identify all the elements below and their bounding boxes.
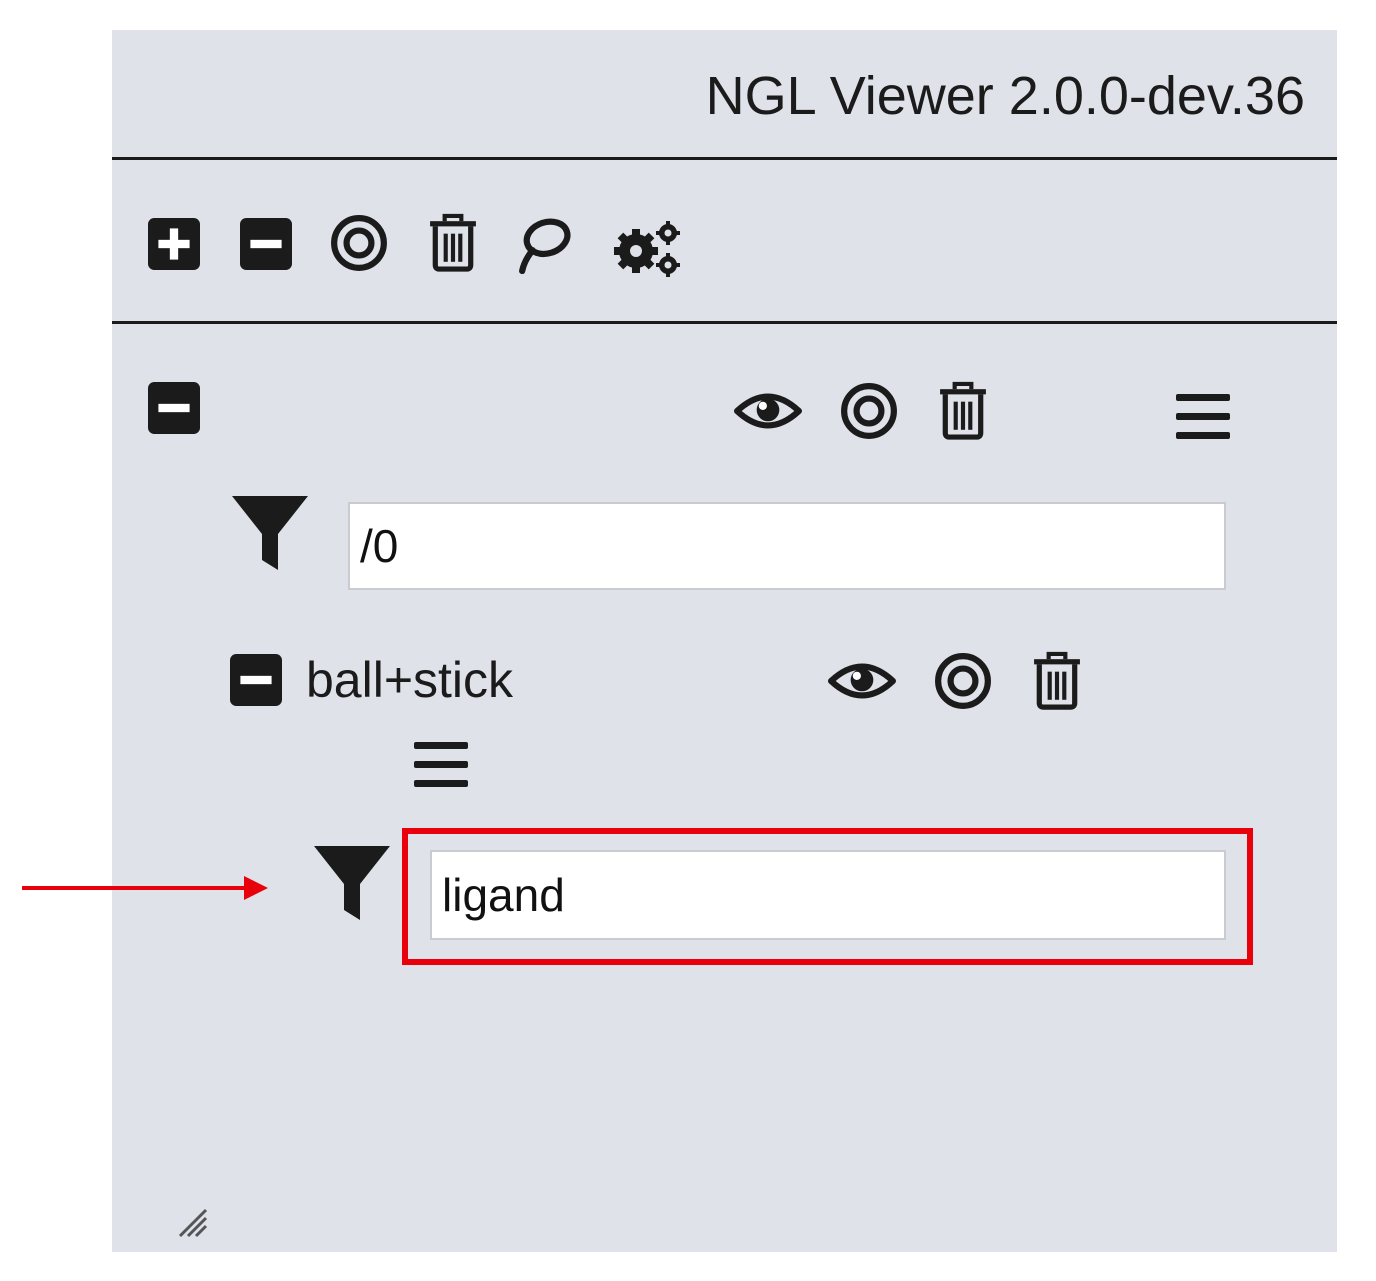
representation-center-bullseye-icon[interactable]	[934, 652, 992, 710]
main-toolbar	[112, 160, 1337, 324]
representation-label: ball+stick	[306, 652, 514, 708]
representation-delete-trash-icon[interactable]	[1032, 650, 1082, 710]
component-selection-input[interactable]	[348, 502, 1226, 590]
annotation-arrow-head-icon	[244, 876, 268, 900]
representation-menu-bars-icon[interactable]	[414, 742, 468, 788]
ngl-gui-panel: NGL Viewer 2.0.0-dev.36 ball+stick	[112, 30, 1337, 1252]
gears-icon[interactable]	[610, 218, 686, 280]
app-title: NGL Viewer 2.0.0-dev.36	[705, 66, 1305, 126]
component-visibility-eye-icon[interactable]	[734, 388, 802, 434]
plus-square-icon[interactable]	[148, 218, 200, 270]
representation-collapse-icon[interactable]	[230, 654, 282, 706]
lasso-icon[interactable]	[518, 214, 572, 274]
component-filter-icon	[230, 492, 310, 572]
component-collapse-icon[interactable]	[148, 382, 200, 434]
minus-square-icon[interactable]	[240, 218, 292, 270]
resize-grip-icon[interactable]	[176, 1206, 208, 1238]
representation-filter-icon	[312, 842, 392, 922]
component-center-bullseye-icon[interactable]	[840, 382, 898, 440]
bullseye-icon[interactable]	[330, 214, 388, 272]
highlight-annotation-box	[402, 828, 1253, 965]
trash-icon[interactable]	[428, 212, 478, 272]
representation-visibility-eye-icon[interactable]	[828, 658, 896, 704]
annotation-arrow-line	[22, 886, 248, 890]
title-bar: NGL Viewer 2.0.0-dev.36	[112, 30, 1337, 160]
component-menu-bars-icon[interactable]	[1176, 394, 1230, 440]
component-delete-trash-icon[interactable]	[938, 380, 988, 440]
